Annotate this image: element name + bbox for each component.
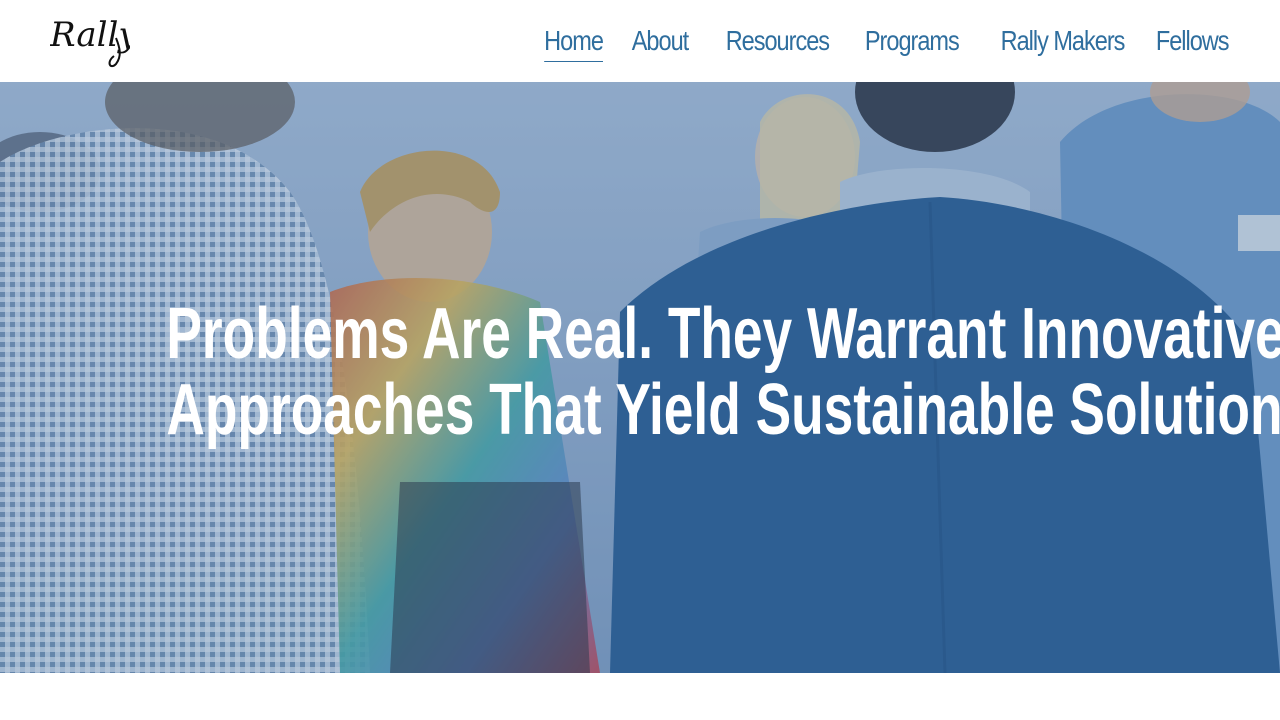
hero-headline-line-1: Problems Are Real. They Warrant Innovati… <box>166 294 1280 374</box>
content-strip <box>0 673 1280 720</box>
svg-text:Rally: Rally <box>50 15 130 55</box>
nav-link-resources[interactable]: Resources <box>726 24 830 61</box>
rally-logo[interactable]: Rally <box>49 12 138 68</box>
rally-logo-mark: Rally <box>49 15 138 68</box>
nav-link-rally-makers[interactable]: Rally Makers <box>1001 24 1126 61</box>
hero-headline: Problems Are Real. They Warrant Innovati… <box>0 296 1280 448</box>
nav-link-about[interactable]: About <box>632 24 689 61</box>
main-nav: Home About Resources Programs Rally Make… <box>515 24 1230 62</box>
nav-link-home[interactable]: Home <box>544 24 604 62</box>
hero-headline-line-2: Approaches That Yield Sustainable Soluti… <box>166 370 1280 450</box>
nav-link-programs[interactable]: Programs <box>865 24 960 61</box>
hero-banner: Problems Are Real. They Warrant Innovati… <box>0 82 1280 673</box>
site-header: Rally Home About Resources Programs Rall… <box>0 0 1280 82</box>
nav-link-fellows[interactable]: Fellows <box>1156 24 1230 61</box>
